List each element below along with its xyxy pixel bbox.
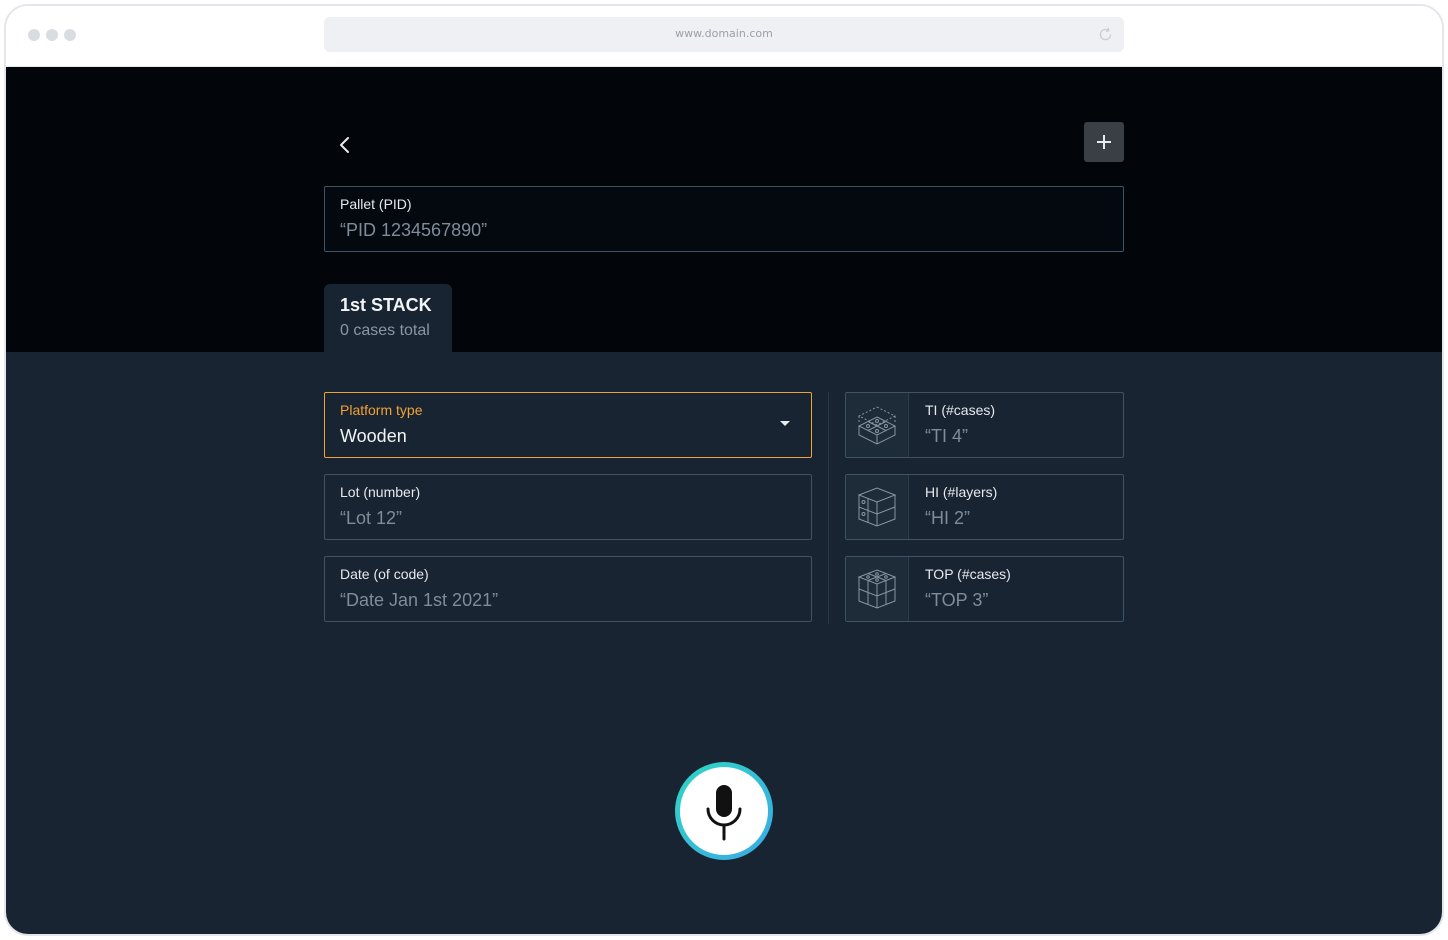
field-label: TI (#cases) xyxy=(925,402,996,418)
tab-title: 1st STACK xyxy=(340,295,432,315)
field-value: “PID 1234567890” xyxy=(340,220,488,240)
field-value: “HI 2” xyxy=(925,508,970,528)
field-value: “Date Jan 1st 2021” xyxy=(340,590,499,610)
microphone-icon xyxy=(706,785,742,841)
add-button[interactable] xyxy=(1084,122,1124,162)
date-of-code-field[interactable]: Date (of code) “Date Jan 1st 2021” xyxy=(324,556,812,622)
icon-box xyxy=(846,393,909,457)
hi-layers-field[interactable]: HI (#layers) “HI 2” xyxy=(845,474,1124,540)
field-label: Date (of code) xyxy=(340,566,429,582)
address-bar[interactable]: www.domain.com xyxy=(324,17,1124,52)
voice-input-button[interactable] xyxy=(675,762,773,860)
browser-window: www.domain.com Pallet (PID) “PID 1234567… xyxy=(4,4,1444,936)
window-control-dot[interactable] xyxy=(28,29,40,41)
url-text: www.domain.com xyxy=(675,27,773,40)
field-label: HI (#layers) xyxy=(925,484,998,500)
pallet-pid-field[interactable]: Pallet (PID) “PID 1234567890” xyxy=(324,186,1124,252)
column-divider xyxy=(828,392,829,624)
tab-1st-stack[interactable]: 1st STACK 0 cases total xyxy=(324,284,452,352)
cube-layer-icon xyxy=(857,406,897,445)
tab-subtitle: 0 cases total xyxy=(340,322,430,339)
ti-cases-field[interactable]: TI (#cases) “TI 4” xyxy=(845,392,1124,458)
field-label: Lot (number) xyxy=(340,484,421,500)
window-control-dot[interactable] xyxy=(46,29,58,41)
window-control-dot[interactable] xyxy=(64,29,76,41)
reload-icon[interactable] xyxy=(1097,26,1114,43)
field-label: Pallet (PID) xyxy=(340,196,412,212)
chevron-left-icon[interactable] xyxy=(332,132,358,158)
caret-down-icon[interactable] xyxy=(780,421,790,426)
field-value: Wooden xyxy=(340,426,407,446)
lot-number-field[interactable]: Lot (number) “Lot 12” xyxy=(324,474,812,540)
icon-box xyxy=(846,557,909,621)
platform-type-select[interactable]: Platform type Wooden xyxy=(324,392,812,458)
voice-button-face xyxy=(680,767,768,855)
cube-top-icon xyxy=(857,569,897,609)
top-cases-field[interactable]: TOP (#cases) “TOP 3” xyxy=(845,556,1124,622)
field-value: “Lot 12” xyxy=(340,508,403,528)
field-label: TOP (#cases) xyxy=(925,566,1011,582)
field-label: Platform type xyxy=(340,402,423,418)
field-value: “TI 4” xyxy=(925,426,968,446)
cube-stack-icon xyxy=(857,487,897,527)
icon-box xyxy=(846,475,909,539)
field-value: “TOP 3” xyxy=(925,590,989,610)
browser-chrome: www.domain.com xyxy=(6,6,1442,67)
